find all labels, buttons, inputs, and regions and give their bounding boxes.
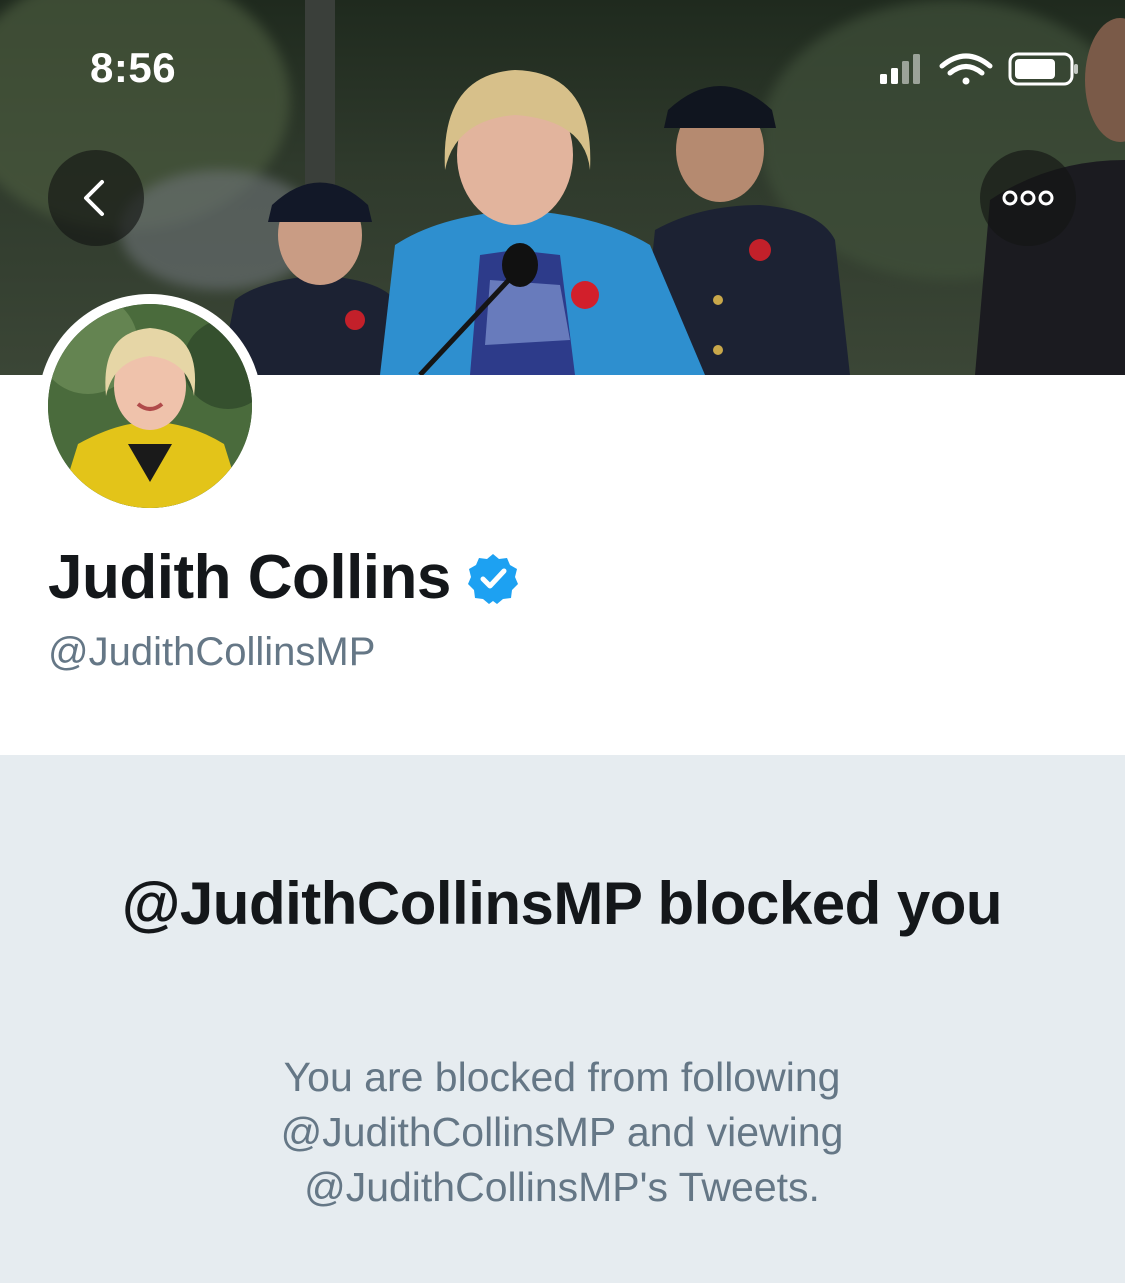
profile-avatar[interactable]	[38, 294, 262, 518]
back-button[interactable]	[48, 150, 144, 246]
status-time: 8:56	[90, 44, 177, 91]
blocked-title: @JudithCollinsMP blocked you	[121, 870, 1003, 937]
blocked-description: You are blocked from following @JudithCo…	[280, 1054, 844, 1210]
wifi-icon	[939, 53, 993, 85]
blocked-notice: @JudithCollinsMP blocked you You are blo…	[0, 755, 1125, 1283]
chevron-left-icon	[84, 180, 104, 216]
status-icons	[880, 50, 1080, 90]
status-bar: 8:56	[0, 0, 1125, 130]
verified-badge-icon	[467, 553, 518, 604]
battery-icon	[1008, 52, 1078, 86]
more-options-button[interactable]	[980, 150, 1076, 246]
avatar	[48, 304, 252, 508]
more-horizontal-icon	[1002, 190, 1054, 206]
profile-handle: @JudithCollinsMP	[48, 630, 376, 674]
profile-name-row: Judith Collins	[48, 542, 519, 613]
profile-name: Judith Collins	[48, 543, 451, 612]
cellular-signal-icon	[880, 54, 920, 84]
